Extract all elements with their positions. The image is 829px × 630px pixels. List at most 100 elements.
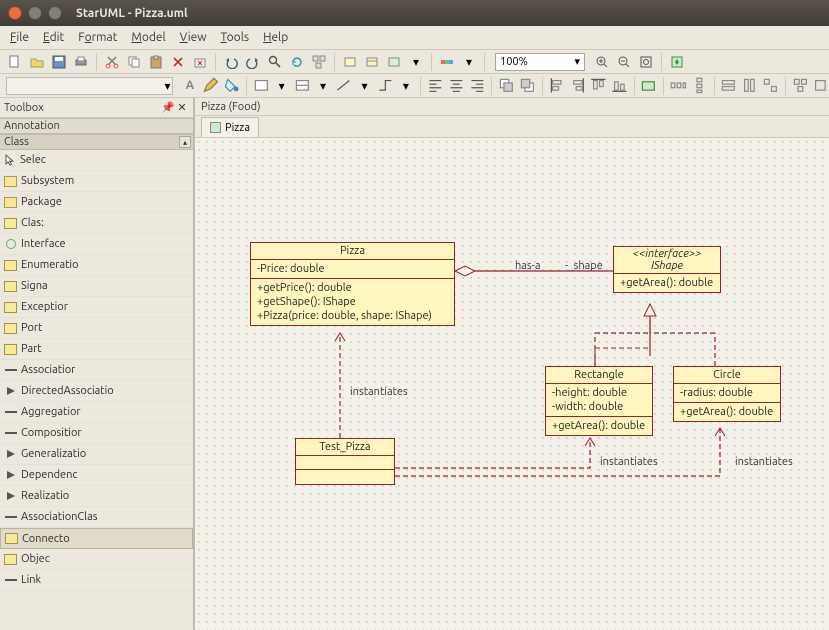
menu-tools[interactable]: Tools [221, 31, 250, 44]
section-annotation[interactable]: Annotation [0, 118, 193, 134]
toolbox-item-associatior[interactable]: Associatior [0, 360, 193, 381]
menu-format[interactable]: Format [78, 31, 117, 44]
find-icon[interactable] [266, 53, 284, 71]
class-pizza[interactable]: Pizza -Price: double +getPrice(): double… [250, 242, 455, 326]
toolbox-item-exceptior[interactable]: Exceptior [0, 297, 193, 318]
align-b-icon[interactable] [611, 77, 628, 95]
front-icon[interactable] [498, 77, 515, 95]
class-rectangle[interactable]: Rectangle -height: double -width: double… [545, 366, 653, 436]
menu-file[interactable]: File [10, 31, 29, 44]
same-wh-icon[interactable] [762, 77, 779, 95]
delete-icon[interactable] [169, 53, 187, 71]
refresh-icon[interactable] [288, 53, 306, 71]
toolbox-item-objec[interactable]: Objec [0, 549, 193, 570]
extra2-icon[interactable] [812, 77, 829, 95]
toolbox-item-connecto[interactable]: Connecto [0, 528, 193, 549]
toolbox-item-interface[interactable]: Interface [0, 234, 193, 255]
menu-help[interactable]: Help [263, 31, 288, 44]
dist-v-icon[interactable] [691, 77, 708, 95]
toolbox-item-enumeratio[interactable]: Enumeratio [0, 255, 193, 276]
font-a-icon[interactable]: A [181, 77, 198, 95]
shape2-icon[interactable] [363, 53, 381, 71]
zoom-in-icon[interactable] [593, 53, 611, 71]
open-icon[interactable] [28, 53, 46, 71]
dropdown-icon[interactable]: ▾ [398, 77, 415, 95]
font-combo[interactable]: ▾ [6, 77, 173, 95]
dropdown-icon[interactable]: ▾ [407, 53, 425, 71]
save-icon[interactable] [50, 53, 68, 71]
model-icon[interactable] [640, 77, 657, 95]
dropdown-icon[interactable]: ▾ [356, 77, 373, 95]
toolbox-item-directedassociatio[interactable]: DirectedAssociatio [0, 381, 193, 402]
toolbox-item-part[interactable]: Part [0, 339, 193, 360]
menu-view[interactable]: View [180, 31, 207, 44]
line2-icon[interactable] [377, 77, 394, 95]
navigator-icon[interactable] [668, 53, 686, 71]
menu-model[interactable]: Model [131, 31, 165, 44]
dropdown-icon[interactable]: ▾ [460, 53, 478, 71]
canvas[interactable]: Pizza -Price: double +getPrice(): double… [195, 138, 829, 630]
toolbox-item-generalizatio[interactable]: Generalizatio [0, 444, 193, 465]
maximize-icon[interactable] [48, 6, 62, 20]
redo-icon[interactable] [244, 53, 262, 71]
dist-h-icon[interactable] [670, 77, 687, 95]
align-r-icon[interactable] [569, 77, 586, 95]
toolbox-item-subsystem[interactable]: Subsystem [0, 171, 193, 192]
close-icon[interactable]: ✕ [175, 101, 189, 115]
zoom-fit-icon[interactable] [637, 53, 655, 71]
toolbox-item-signa[interactable]: Signa [0, 276, 193, 297]
new-icon[interactable] [6, 53, 24, 71]
dropdown-icon[interactable]: ▾ [315, 77, 332, 95]
color1-icon[interactable] [438, 53, 456, 71]
same-h-icon[interactable] [741, 77, 758, 95]
toolbox-item-compositior[interactable]: Compositior [0, 423, 193, 444]
extra1-icon[interactable] [792, 77, 809, 95]
same-w-icon[interactable] [720, 77, 737, 95]
toolbox-item-port[interactable]: Port [0, 318, 193, 339]
interface-ishape[interactable]: <<interface>> IShape +getArea(): double [613, 246, 721, 293]
shape3-icon[interactable] [385, 53, 403, 71]
toolbox-item-aggregatior[interactable]: Aggregatior [0, 402, 193, 423]
align-right-icon[interactable] [469, 77, 486, 95]
dropdown-icon[interactable]: ▾ [273, 77, 290, 95]
toolbox-item-label: DirectedAssociatio [21, 385, 114, 397]
pin-icon[interactable]: 📌 [161, 101, 175, 115]
menu-edit[interactable]: Edit [43, 31, 64, 44]
toolbox-item-clas[interactable]: Clas: [0, 213, 193, 234]
toolbox-item-realizatio[interactable]: Realizatio [0, 486, 193, 507]
align-center-icon[interactable] [448, 77, 465, 95]
minimize-icon[interactable] [28, 6, 42, 20]
tab-pizza[interactable]: Pizza [201, 117, 259, 137]
align-left-icon[interactable] [427, 77, 444, 95]
undo-icon[interactable] [222, 53, 240, 71]
class-test-pizza[interactable]: Test_Pizza [295, 438, 395, 485]
delete-model-icon[interactable] [191, 53, 209, 71]
toolbox-item-link[interactable]: Link [0, 570, 193, 591]
stereotype2-icon[interactable] [294, 77, 311, 95]
toolbox-item-dependenc[interactable]: Dependenc [0, 465, 193, 486]
toolbox-item-package[interactable]: Package [0, 192, 193, 213]
layout-icon[interactable] [310, 53, 328, 71]
cut-icon[interactable] [103, 53, 121, 71]
copy-icon[interactable] [125, 53, 143, 71]
class-circle[interactable]: Circle -radius: double +getArea(): doubl… [673, 366, 781, 422]
shape1-icon[interactable] [341, 53, 359, 71]
section-label: Class [4, 136, 29, 148]
section-class[interactable]: Class ▴ [0, 134, 193, 150]
scroll-up-icon[interactable]: ▴ [179, 136, 191, 148]
stereotype1-icon[interactable] [253, 77, 270, 95]
separator [215, 53, 216, 71]
toolbox-item-selec[interactable]: Selec [0, 150, 193, 171]
print-icon[interactable] [72, 53, 90, 71]
close-icon[interactable] [8, 6, 22, 20]
line1-icon[interactable] [335, 77, 352, 95]
fill-icon[interactable] [223, 77, 240, 95]
align-l-icon[interactable] [549, 77, 566, 95]
zoom-combo[interactable]: 100%▾ [495, 53, 585, 71]
toolbox-item-associationclas[interactable]: AssociationClas [0, 507, 193, 528]
back-icon[interactable] [519, 77, 536, 95]
zoom-out-icon[interactable] [615, 53, 633, 71]
pencil-icon[interactable] [202, 77, 219, 95]
align-t-icon[interactable] [590, 77, 607, 95]
paste-icon[interactable] [147, 53, 165, 71]
